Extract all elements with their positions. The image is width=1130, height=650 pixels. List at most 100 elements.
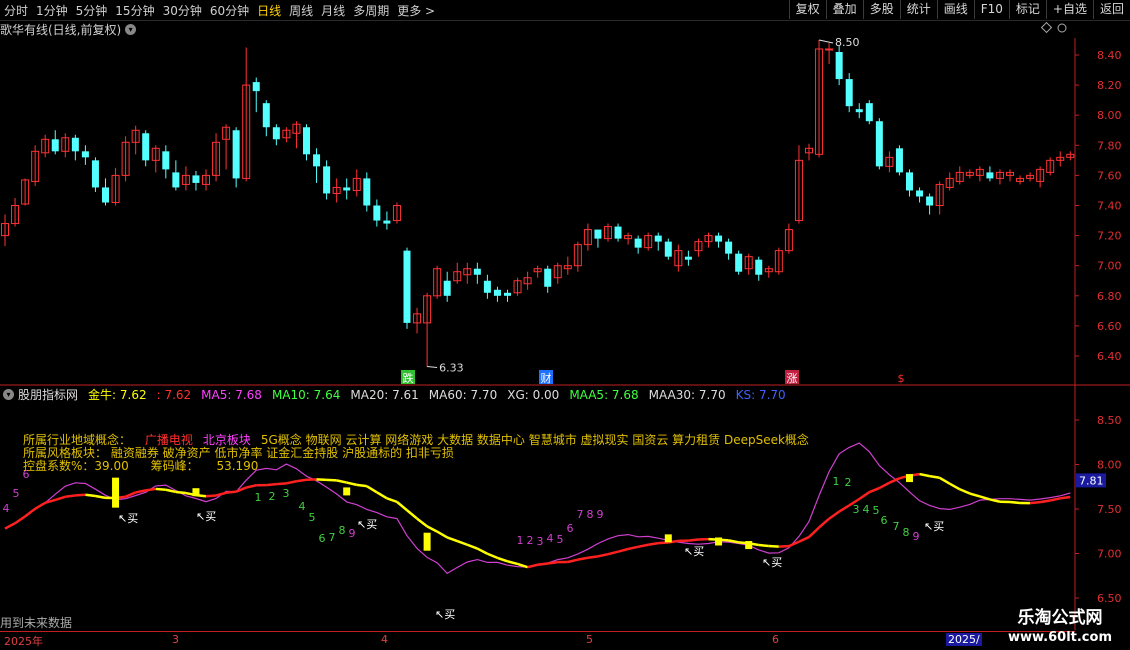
main-line-segment: [547, 560, 558, 565]
candle: [181, 166, 190, 191]
candle: [102, 178, 109, 206]
price-label-9: 6.60: [1097, 320, 1122, 333]
current-value: 7.81: [1079, 474, 1104, 487]
candle-body: [725, 241, 733, 254]
ind-axis-label-4: 6.50: [1097, 592, 1122, 605]
candle-body: [684, 256, 692, 260]
signal-bar: [664, 534, 672, 543]
candle: [121, 136, 130, 182]
main-line-segment: [617, 547, 629, 553]
candle: [916, 187, 924, 203]
candle: [955, 166, 964, 185]
candle-body: [916, 190, 924, 197]
main-line-segment: [949, 482, 961, 491]
low-pointer: [427, 366, 438, 369]
main-line-segment: [85, 493, 96, 498]
main-line-segment: [828, 510, 840, 520]
ind-axis-label-3: 7.00: [1097, 548, 1122, 561]
settings-circle-icon[interactable]: [1057, 23, 1067, 33]
signal-bar: [192, 488, 200, 497]
candle: [352, 169, 361, 197]
candle: [272, 124, 280, 146]
concept-line-3: 控盘系数%：39.00 筹码峰： 53.190: [23, 457, 258, 474]
sequence-digit-13: 2: [527, 534, 534, 547]
main-line-segment: [627, 545, 639, 551]
candle: [594, 229, 602, 248]
sequence-digit-3: 1: [255, 491, 262, 504]
candle-body: [162, 151, 170, 170]
candle: [995, 169, 1004, 185]
candle: [1046, 157, 1055, 176]
main-line-segment: [466, 543, 478, 550]
high-pointer: [818, 39, 834, 44]
chip-peak-label: 筹码峰：: [150, 459, 199, 473]
candle: [784, 223, 793, 254]
candle: [403, 247, 411, 329]
date-label-3: 5: [586, 633, 593, 646]
candle: [463, 262, 472, 284]
candle-body: [855, 109, 863, 113]
main-line-segment: [65, 494, 76, 499]
candle-body: [654, 235, 662, 242]
indicator-chart[interactable]: 8.508.007.507.006.507.81↖买 ↖买↖买↖买↖买↖买↖买45…: [0, 390, 1130, 630]
main-line-segment: [145, 487, 156, 492]
date-label-5: 2025/: [946, 633, 982, 646]
future-data-note: 用到未来数据: [0, 616, 73, 630]
candle: [774, 247, 783, 275]
candle-body: [262, 103, 270, 128]
candle: [232, 127, 240, 188]
candle-body: [71, 137, 79, 152]
price-label-5: 7.40: [1097, 200, 1122, 213]
main-line-segment: [276, 482, 287, 486]
price-label-0: 8.40: [1097, 49, 1122, 62]
date-label-2: 4: [381, 633, 388, 646]
candle: [202, 169, 210, 191]
main-line-segment: [416, 517, 428, 528]
event-marker-2: 涨: [787, 372, 798, 385]
candle: [292, 121, 301, 149]
candle-body: [172, 172, 180, 188]
sequence-digit-15: 4: [547, 532, 554, 545]
control-coefficient: 控盘系数%：39.00: [23, 459, 129, 473]
signal-bar: [906, 474, 913, 483]
main-line-segment: [818, 517, 830, 529]
buy-label-6: ↖买: [924, 520, 944, 533]
candle: [906, 169, 913, 197]
candle: [644, 232, 653, 251]
candle: [453, 262, 462, 284]
candle: [725, 238, 733, 260]
date-axis: 2025年 3 4 5 6 2025/: [0, 631, 1075, 648]
main-line-segment: [215, 491, 227, 497]
diamond-icon[interactable]: [1040, 21, 1053, 34]
main-line-segment: [34, 501, 46, 510]
candle: [533, 265, 542, 278]
sequence-digit-25: 5: [873, 504, 880, 517]
candle: [504, 289, 511, 302]
candle: [614, 223, 622, 242]
candle: [41, 134, 50, 158]
candle: [544, 265, 552, 293]
candle: [573, 241, 582, 272]
main-line-segment: [798, 535, 810, 543]
main-line-segment: [507, 560, 518, 566]
main-line-segment: [838, 504, 850, 513]
candle: [815, 39, 824, 158]
candle: [162, 145, 170, 179]
candle: [433, 265, 442, 299]
candle-body: [906, 172, 913, 191]
candle-body: [715, 235, 723, 242]
candlestick-chart[interactable]: 8.40 8.20 8.00 7.80 7.60 7.40 7.20 7.00 6.80 6.60…: [0, 0, 1130, 390]
candle: [664, 238, 672, 260]
main-line-segment: [155, 487, 166, 492]
candle: [413, 307, 422, 334]
candle: [483, 274, 491, 299]
candle: [343, 178, 351, 200]
candle: [91, 157, 99, 192]
main-line-segment: [647, 541, 659, 546]
sequence-digit-22: 2: [845, 476, 852, 489]
main-line-segment: [527, 563, 538, 569]
main-line-segment: [1060, 495, 1071, 500]
signal-bar: [715, 537, 723, 546]
sequence-digit-1: 5: [13, 487, 20, 500]
candle: [383, 211, 391, 230]
